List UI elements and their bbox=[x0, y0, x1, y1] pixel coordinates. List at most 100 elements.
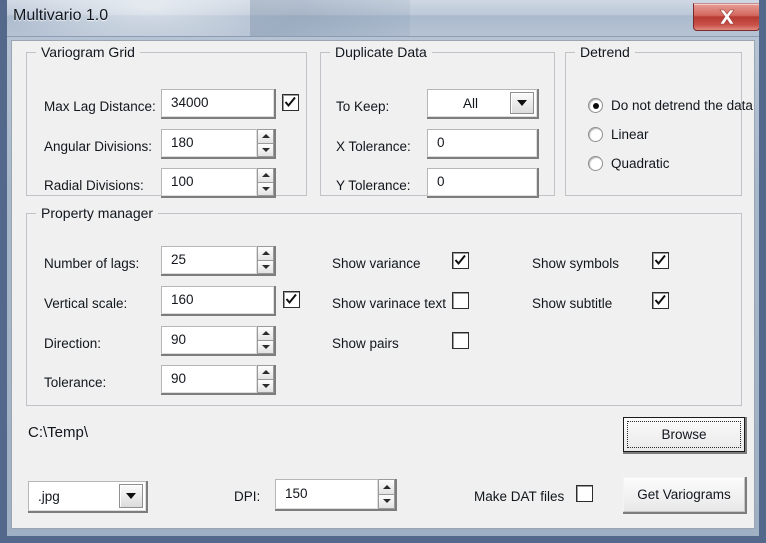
check-icon bbox=[654, 254, 666, 266]
input-max-lag-distance-value: 34000 bbox=[171, 95, 209, 111]
application-window: Multivario 1.0 Variogram Grid Max Lag Di… bbox=[0, 0, 766, 543]
input-max-lag-distance[interactable]: 34000 bbox=[161, 89, 274, 117]
label-dpi: DPI: bbox=[234, 489, 261, 504]
label-radial-divisions: Radial Divisions: bbox=[44, 178, 144, 193]
group-duplicate-data-legend: Duplicate Data bbox=[330, 44, 432, 60]
label-do-not-detrend: Do not detrend the data bbox=[611, 98, 753, 113]
checkbox-make-dat-files[interactable] bbox=[576, 485, 593, 502]
input-direction[interactable]: 90 bbox=[161, 326, 257, 354]
radio-linear[interactable] bbox=[588, 127, 603, 142]
chevron-down-icon[interactable] bbox=[510, 92, 534, 114]
input-radial-divisions[interactable]: 100 bbox=[161, 168, 257, 196]
checkbox-max-lag-distance[interactable] bbox=[282, 94, 299, 111]
input-tolerance[interactable]: 90 bbox=[161, 365, 257, 393]
input-radial-divisions-value: 100 bbox=[171, 174, 194, 190]
spinner-up-icon[interactable] bbox=[257, 365, 274, 380]
label-x-tolerance: X Tolerance: bbox=[336, 139, 411, 154]
spinner-down-icon[interactable] bbox=[257, 143, 274, 157]
checkbox-show-symbols[interactable] bbox=[652, 252, 669, 269]
input-number-of-lags[interactable]: 25 bbox=[161, 246, 257, 274]
radio-do-not-detrend[interactable] bbox=[588, 98, 603, 113]
radio-quadratic[interactable] bbox=[588, 156, 603, 171]
checkbox-show-pairs[interactable] bbox=[452, 332, 469, 349]
check-icon bbox=[285, 293, 297, 305]
spinner-number-of-lags[interactable] bbox=[257, 246, 274, 274]
output-path-label: C:\Temp\ bbox=[28, 424, 89, 441]
checkbox-show-subtitle[interactable] bbox=[652, 292, 669, 309]
title-bar: Multivario 1.0 bbox=[7, 0, 759, 37]
title-bar-highlight bbox=[250, 0, 410, 36]
spinner-down-icon[interactable] bbox=[257, 379, 274, 393]
group-detrend: Detrend Do not detrend the data Linear Q… bbox=[565, 44, 753, 196]
input-y-tolerance[interactable]: 0 bbox=[427, 168, 537, 196]
label-show-variance: Show variance bbox=[332, 256, 421, 271]
group-variogram-grid-legend: Variogram Grid bbox=[36, 44, 140, 60]
input-number-of-lags-value: 25 bbox=[171, 252, 187, 268]
spinner-up-icon[interactable] bbox=[378, 479, 395, 495]
spinner-tolerance[interactable] bbox=[257, 365, 274, 393]
group-duplicate-data: Duplicate Data To Keep: All X Tolerance:… bbox=[320, 44, 555, 196]
input-y-tolerance-value: 0 bbox=[437, 174, 445, 190]
label-show-symbols: Show symbols bbox=[532, 256, 620, 271]
checkbox-show-variance[interactable] bbox=[452, 252, 469, 269]
checkbox-vertical-scale[interactable] bbox=[283, 291, 300, 308]
group-variogram-grid: Variogram Grid Max Lag Distance: 34000 A… bbox=[26, 44, 307, 196]
spinner-down-icon[interactable] bbox=[257, 182, 274, 196]
label-show-subtitle: Show subtitle bbox=[532, 296, 613, 311]
window-title: Multivario 1.0 bbox=[13, 7, 109, 24]
label-number-of-lags: Number of lags: bbox=[44, 256, 140, 271]
chevron-down-icon[interactable] bbox=[119, 484, 143, 508]
spinner-radial-divisions[interactable] bbox=[257, 168, 274, 196]
label-quadratic: Quadratic bbox=[611, 156, 670, 171]
check-icon bbox=[654, 294, 666, 306]
checkbox-show-variance-text[interactable] bbox=[452, 292, 469, 309]
dropdown-to-keep[interactable]: All bbox=[427, 89, 537, 117]
spinner-down-icon[interactable] bbox=[257, 340, 274, 354]
spinner-angular-divisions[interactable] bbox=[257, 129, 274, 157]
dialog-client-area: Variogram Grid Max Lag Distance: 34000 A… bbox=[11, 40, 755, 529]
dropdown-file-format-value: .jpg bbox=[38, 488, 60, 504]
label-show-variance-text: Show varinace text bbox=[332, 296, 447, 311]
close-icon bbox=[719, 9, 735, 25]
check-icon bbox=[454, 254, 466, 266]
input-angular-divisions[interactable]: 180 bbox=[161, 129, 257, 157]
spinner-up-icon[interactable] bbox=[257, 246, 274, 261]
group-property-manager: Property manager Number of lags: 25 Vert… bbox=[26, 205, 742, 406]
input-x-tolerance-value: 0 bbox=[437, 135, 445, 151]
spinner-up-icon[interactable] bbox=[257, 168, 274, 183]
spinner-direction[interactable] bbox=[257, 326, 274, 354]
dropdown-to-keep-value: All bbox=[463, 95, 479, 111]
label-max-lag-distance: Max Lag Distance: bbox=[44, 99, 156, 114]
browse-button[interactable]: Browse bbox=[623, 417, 745, 452]
label-linear: Linear bbox=[611, 127, 649, 142]
check-icon bbox=[284, 96, 296, 108]
label-y-tolerance: Y Tolerance: bbox=[336, 178, 411, 193]
label-to-keep: To Keep: bbox=[336, 99, 390, 114]
get-variograms-button[interactable]: Get Variograms bbox=[623, 477, 745, 512]
close-button[interactable] bbox=[693, 3, 759, 31]
label-show-pairs: Show pairs bbox=[332, 336, 399, 351]
input-angular-divisions-value: 180 bbox=[171, 135, 194, 151]
spinner-dpi[interactable] bbox=[378, 479, 395, 509]
spinner-up-icon[interactable] bbox=[257, 326, 274, 341]
browse-button-label: Browse bbox=[661, 427, 707, 442]
input-direction-value: 90 bbox=[171, 332, 187, 348]
label-vertical-scale: Vertical scale: bbox=[44, 296, 128, 311]
spinner-down-icon[interactable] bbox=[378, 494, 395, 509]
spinner-down-icon[interactable] bbox=[257, 260, 274, 274]
input-dpi-value: 150 bbox=[285, 486, 308, 502]
input-vertical-scale[interactable]: 160 bbox=[161, 286, 274, 314]
group-detrend-legend: Detrend bbox=[575, 44, 635, 60]
get-variograms-button-label: Get Variograms bbox=[637, 487, 731, 502]
group-property-manager-legend: Property manager bbox=[36, 205, 159, 221]
dropdown-file-format[interactable]: .jpg bbox=[28, 481, 146, 511]
label-make-dat-files: Make DAT files bbox=[474, 489, 565, 504]
input-x-tolerance[interactable]: 0 bbox=[427, 129, 537, 157]
spinner-up-icon[interactable] bbox=[257, 129, 274, 144]
input-vertical-scale-value: 160 bbox=[171, 292, 194, 308]
label-tolerance: Tolerance: bbox=[44, 375, 107, 390]
input-dpi[interactable]: 150 bbox=[275, 479, 378, 509]
label-angular-divisions: Angular Divisions: bbox=[44, 139, 153, 154]
input-tolerance-value: 90 bbox=[171, 371, 187, 387]
label-direction: Direction: bbox=[44, 336, 102, 351]
